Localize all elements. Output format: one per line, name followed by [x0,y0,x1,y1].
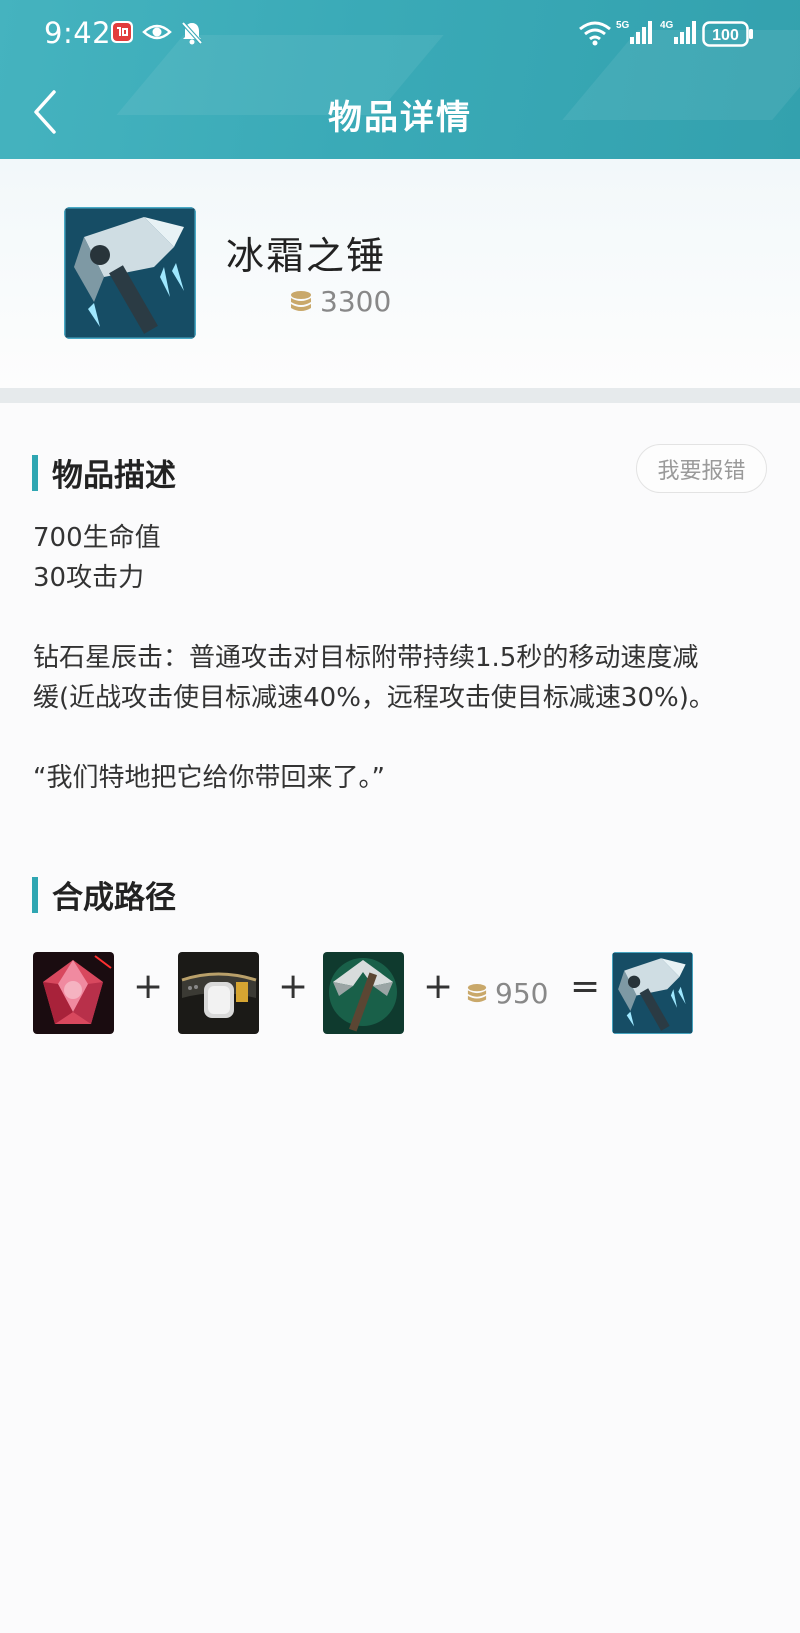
item-summary-card: 冰霜之锤 3300 [0,159,800,388]
coin-stack-icon [467,983,487,1002]
app-header: 9:42 5G 4G 100 物品详情 [0,0,800,159]
item-price: 3300 [290,285,391,318]
status-time: 9:42 [44,16,112,50]
flavor-quote: “我们特地把它给你带回来了。” [33,763,385,793]
bell-off-icon [180,20,204,50]
page-title: 物品详情 [328,98,472,138]
signal-5g-icon: 5G [616,18,652,50]
wifi-icon [578,20,612,50]
ruby-crystal-icon[interactable] [33,952,114,1034]
app-badge-icon [110,20,134,48]
battery-level: 100 [712,27,739,44]
recipe-section-title: 合成路径 [32,872,176,917]
recipe-extra-cost: 950 [467,977,548,1010]
frozen-mallet-icon [64,207,196,339]
passive-line-2: 缓(近战攻击使目标减速40%，远程攻击使目标减速30%)。 [33,683,715,713]
eye-icon [142,20,172,48]
section-divider [0,388,800,403]
description-title: 物品描述 [52,458,176,494]
equals-sign: = [570,966,601,1007]
item-name: 冰霜之锤 [226,234,387,278]
nav-bar: 物品详情 [0,70,800,159]
signal-4g-icon: 4G [660,18,696,50]
status-bar: 9:42 5G 4G 100 [0,0,800,70]
accent-bar [32,454,38,491]
item-price-value: 3300 [320,285,392,318]
network-4g-label: 4G [660,20,674,31]
recipe-title: 合成路径 [52,880,176,916]
coin-stack-icon [291,290,311,311]
plus-sign: + [278,966,309,1007]
passive-line-1: 钻石星辰击：普通攻击对目标附带持续1.5秒的移动速度减 [33,643,699,673]
report-error-button[interactable]: 我要报错 [636,444,767,493]
plus-sign: + [133,966,164,1007]
stat-attack: 30攻击力 [33,563,145,593]
accent-bar [32,876,38,913]
jaurim-fist-icon[interactable] [323,952,404,1034]
description-section-title: 物品描述 [32,450,176,495]
plus-sign: + [423,966,454,1007]
battery-icon: 100 [702,21,754,51]
network-5g-label: 5G [616,20,630,31]
frozen-mallet-icon[interactable] [612,952,693,1034]
recipe-extra-cost-value: 950 [495,977,549,1010]
giants-belt-icon[interactable] [178,952,259,1034]
stat-health: 700生命值 [33,523,161,553]
